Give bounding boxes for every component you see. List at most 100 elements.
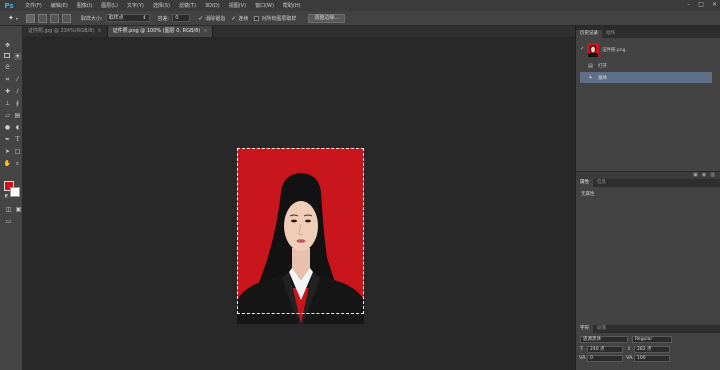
path-selection-tool-icon[interactable]: ➤ — [4, 148, 11, 155]
options-bar: ✦ ▾ 取样大小: 取样点 ⇕ 容差: 0 ✓ 消除锯齿 ✓ 连续 对所有图层取样… — [0, 11, 720, 26]
menu-type[interactable]: 文字(Y) — [127, 2, 144, 9]
add-to-selection-icon[interactable] — [37, 13, 47, 23]
leading-input[interactable]: 282 点 — [634, 346, 670, 353]
tolerance-input[interactable]: 0 — [172, 14, 191, 22]
kerning-input[interactable]: 0 — [587, 355, 623, 362]
dodge-tool-icon[interactable]: ◖ — [14, 124, 21, 131]
document-tabs: 证件照.jpg @ 234%(RGB/8) × 证件照.png @ 100% (图… — [23, 26, 575, 37]
history-step-label: 魔棒 — [598, 75, 607, 81]
magic-wand-tool-icon[interactable]: ✦ — [14, 53, 21, 60]
menu-filter[interactable]: 滤镜(T) — [179, 2, 196, 9]
snapshot-label: 证件照.png — [602, 47, 626, 53]
menu-help[interactable]: 帮助(H) — [283, 2, 301, 9]
properties-body: 无属性 — [576, 187, 720, 325]
menu-window[interactable]: 窗口(W) — [255, 2, 274, 9]
sample-all-checkbox[interactable] — [254, 15, 260, 21]
menu-view[interactable]: 视图(V) — [229, 2, 246, 9]
screen-mode-icon[interactable]: ▭ — [5, 218, 12, 225]
eraser-tool-icon[interactable]: ▱ — [4, 112, 11, 119]
tab-document-1[interactable]: 证件照.jpg @ 234%(RGB/8) × — [23, 26, 108, 37]
close-tab-icon[interactable]: × — [97, 28, 101, 34]
history-source-icon[interactable] — [580, 74, 584, 82]
tools-panel: ✥ ✦ ᘓ ⌗ ⁄ ✚ ∕ ⊥ ∮ ▱ ▤ ● ◖ ✒ T ➤ □ ✋ ⌕ ◩ … — [0, 26, 23, 370]
healing-brush-tool-icon[interactable]: ✚ — [4, 88, 11, 95]
quick-mask-icon[interactable]: ◫ — [5, 206, 12, 213]
gradient-tool-icon[interactable]: ▤ — [14, 112, 21, 119]
hand-tool-icon[interactable]: ✋ — [4, 160, 11, 167]
history-step-magic-wand[interactable]: ✦ 魔棒 — [580, 72, 712, 83]
shape-tool-icon[interactable]: □ — [14, 148, 21, 155]
snapshot-source-icon[interactable]: ✓ — [580, 46, 584, 54]
history-snapshot[interactable]: ✓ 证件照.png — [580, 42, 712, 57]
menu-select[interactable]: 选择(S) — [153, 2, 170, 9]
lasso-tool-icon[interactable]: ᘓ — [4, 64, 11, 71]
marquee-tool-icon[interactable] — [4, 53, 10, 58]
tab-history[interactable]: 历史记录 — [576, 30, 602, 38]
new-selection-icon[interactable] — [25, 13, 35, 23]
canvas-area[interactable] — [23, 37, 575, 370]
tab-info[interactable]: 信息 — [593, 179, 610, 187]
magic-wand-preset-icon[interactable]: ✦ — [8, 14, 14, 22]
pen-tool-icon[interactable]: ✒ — [4, 136, 11, 143]
menu-bar: Ps 文件(F) 编辑(E) 图像(I) 图层(L) 文字(Y) 选择(S) 滤… — [0, 0, 720, 11]
history-panel-footer: ▣ ◉ ▥ — [576, 171, 720, 178]
menu-layer[interactable]: 图层(L) — [101, 2, 118, 9]
character-body: 思源黑体 Regular T 240 点 ⇕ 282 点 VA 0 VA 100 — [576, 333, 720, 370]
properties-panel-tabs: 属性 信息 — [576, 179, 720, 187]
sample-size-value: 取样点 — [108, 15, 124, 21]
subtract-selection-icon[interactable] — [49, 13, 59, 23]
contiguous-label: 连续 — [238, 15, 249, 22]
menu-edit[interactable]: 编辑(E) — [51, 2, 68, 9]
move-tool-icon[interactable]: ✥ — [4, 42, 11, 49]
tab-document-2[interactable]: 证件照.png @ 100% (图层 0, RGB/8) × — [107, 26, 214, 37]
restore-button[interactable]: □ — [698, 1, 704, 8]
minimize-button[interactable]: – — [687, 1, 690, 8]
menu-image[interactable]: 图像(I) — [77, 2, 92, 9]
dropdown-arrow-icon[interactable]: ▾ — [16, 16, 18, 21]
photoshop-logo: Ps — [4, 1, 14, 10]
selection-marquee — [237, 148, 364, 314]
clone-stamp-tool-icon[interactable]: ⊥ — [4, 100, 11, 107]
zoom-tool-icon[interactable]: ⌕ — [14, 160, 21, 167]
contiguous-checkbox[interactable]: ✓ — [231, 15, 236, 22]
close-tab-icon[interactable]: × — [203, 28, 207, 34]
snapshot-thumbnail — [587, 42, 599, 57]
sample-all-label: 对所有图层取样 — [261, 15, 297, 22]
font-style-select[interactable]: Regular — [632, 336, 672, 343]
font-family-select[interactable]: 思源黑体 — [580, 336, 628, 343]
refine-edge-button[interactable]: 调整边缘... — [308, 13, 346, 23]
leading-icon: ⇕ — [627, 346, 632, 352]
history-source-icon[interactable] — [580, 62, 584, 70]
intersect-selection-icon[interactable] — [61, 13, 71, 23]
history-step-open[interactable]: ▤ 打开 — [580, 60, 712, 71]
trash-icon[interactable]: ▥ — [710, 172, 715, 178]
arrange-icon[interactable]: ▣ — [15, 206, 22, 213]
tab-actions[interactable]: 动作 — [602, 30, 619, 38]
right-panel-dock: 历史记录 动作 ✓ 证件照.png ▤ 打开 ✦ 魔棒 ▣ ◉ ▥ 属性 信息 … — [575, 26, 720, 370]
camera-icon[interactable]: ◉ — [702, 172, 706, 178]
sample-size-select[interactable]: 取样点 ⇕ — [105, 14, 150, 22]
new-document-from-state-icon[interactable]: ▣ — [693, 172, 698, 178]
brush-tool-icon[interactable]: ∕ — [14, 88, 21, 95]
tab-character[interactable]: 字符 — [576, 325, 593, 333]
close-button[interactable]: ✕ — [712, 1, 717, 8]
type-tool-icon[interactable]: T — [14, 136, 21, 143]
history-brush-tool-icon[interactable]: ∮ — [14, 100, 21, 107]
menu-3d[interactable]: 3D(D) — [205, 3, 220, 9]
font-size-input[interactable]: 240 点 — [587, 346, 623, 353]
blur-tool-icon[interactable]: ● — [4, 124, 11, 131]
tracking-input[interactable]: 100 — [634, 355, 670, 362]
crop-tool-icon[interactable]: ⌗ — [4, 76, 11, 83]
tab-properties[interactable]: 属性 — [576, 179, 593, 187]
menu-file[interactable]: 文件(F) — [25, 2, 42, 9]
default-colors-icon[interactable]: ◩ — [3, 192, 10, 199]
window-controls: – □ ✕ — [687, 1, 717, 8]
antialias-checkbox[interactable]: ✓ — [198, 15, 203, 22]
tolerance-label: 容差: — [157, 15, 170, 22]
eyedropper-tool-icon[interactable]: ⁄ — [14, 76, 21, 83]
tab-paragraph[interactable]: 段落 — [593, 325, 610, 333]
background-color-swatch[interactable] — [10, 187, 20, 197]
character-panel: 字符 段落 思源黑体 Regular T 240 点 ⇕ 282 点 VA 0 … — [576, 325, 720, 370]
kerning-icon: VA — [579, 355, 586, 361]
antialias-label: 消除锯齿 — [205, 15, 226, 22]
